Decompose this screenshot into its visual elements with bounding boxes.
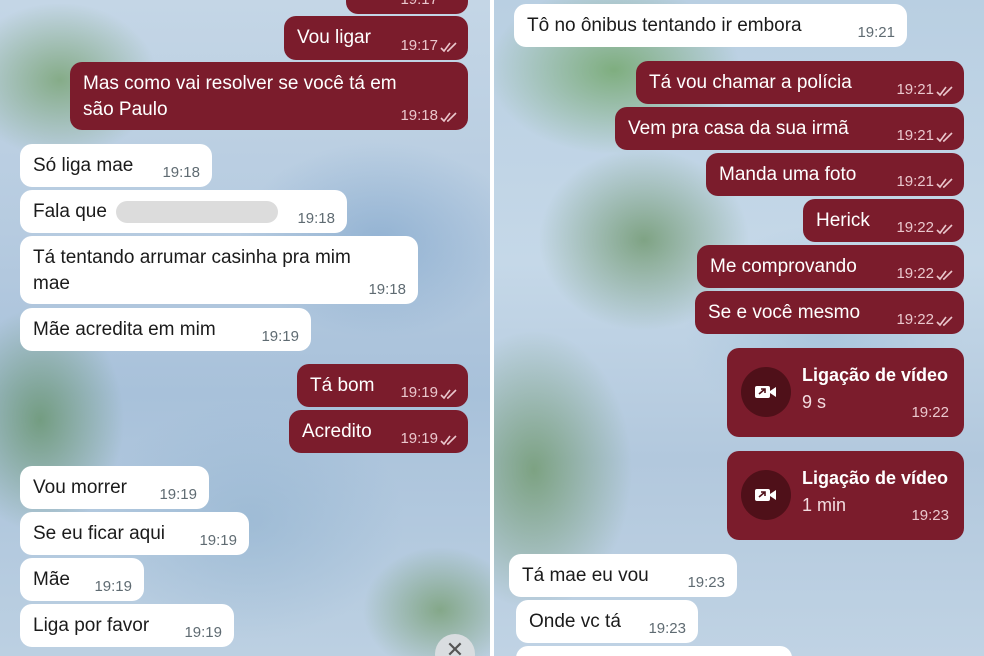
- message-outgoing[interactable]: Se e você mesmo 19:22: [695, 291, 964, 334]
- message-incoming[interactable]: Tá tentando arrumar casinha pra mim mae …: [20, 236, 418, 304]
- message-incoming[interactable]: Liga por favor 19:19: [20, 604, 234, 647]
- message-outgoing[interactable]: Tá bom 19:19: [297, 364, 468, 407]
- message-time: 19:18: [297, 210, 335, 227]
- message-incoming[interactable]: Só liga mae 19:18: [20, 144, 212, 187]
- video-camera-icon: [755, 489, 776, 501]
- message-incoming[interactable]: Mãe acredita em mim 19:19: [20, 308, 311, 351]
- close-icon: ✕: [445, 637, 465, 656]
- message-incoming[interactable]: Fala que 19:18: [20, 190, 347, 233]
- video-call-card[interactable]: Ligação de vídeo 9 s 19:22: [727, 348, 964, 437]
- message-time: 19:21: [896, 127, 934, 144]
- message-text: Fala que: [33, 201, 107, 222]
- message-text: Mãe: [33, 569, 70, 590]
- message-incoming[interactable]: Mãe 19:19: [20, 558, 144, 601]
- message-text: Vou morrer: [33, 477, 127, 498]
- call-duration: 9 s: [802, 392, 827, 412]
- message-text-line: Tá tentando arrumar casinha pra mim: [33, 247, 351, 268]
- message-time: 19:22: [896, 311, 934, 328]
- message-text: Herick: [816, 210, 870, 231]
- message-text-line: Mas como vai resolver se você tá em: [83, 73, 397, 94]
- message-text: Tô no ônibus tentando ir embora: [527, 15, 802, 36]
- message-time: 19:19: [400, 430, 438, 447]
- message-text: Vem pra casa da sua irmã: [628, 118, 849, 139]
- double-check-icon: [440, 389, 457, 400]
- message-time: 19:22: [896, 219, 934, 236]
- message-time: 19:22: [896, 265, 934, 282]
- message-time: 19:23: [648, 620, 686, 637]
- message-outgoing[interactable]: Vem pra casa da sua irmã 19:21: [615, 107, 964, 150]
- message-time: 19:19: [159, 486, 197, 503]
- message-text-line: mae: [33, 273, 70, 294]
- message-text: Me comprovando: [710, 256, 857, 277]
- message-incoming[interactable]: Onde vc tá 19:23: [516, 600, 698, 643]
- call-time: 19:23: [911, 507, 949, 524]
- message-text: Vou ligar: [297, 27, 371, 48]
- message-text: Só liga mae: [33, 155, 134, 176]
- message-time: 19:19: [400, 384, 438, 401]
- chat-screenshot-right: Tô no ônibus tentando ir embora 19:21 Tá…: [494, 0, 984, 656]
- call-duration: 1 min: [802, 495, 847, 515]
- message-outgoing[interactable]: Mas como vai resolver se você tá em são …: [70, 62, 468, 130]
- video-camera-icon: [755, 386, 776, 398]
- double-check-icon: [440, 42, 457, 53]
- message-incoming: [516, 646, 792, 656]
- close-button[interactable]: ✕: [435, 634, 475, 656]
- video-call-icon: [741, 470, 791, 520]
- message-incoming[interactable]: Tá mae eu vou 19:23: [509, 554, 737, 597]
- message-time: 19:19: [94, 578, 132, 595]
- message-text: Tá bom: [310, 375, 375, 396]
- message-time: 19:21: [857, 24, 895, 41]
- message-text: Tá vou chamar a polícia: [649, 72, 852, 93]
- double-check-icon: [936, 270, 953, 281]
- message-time: 19:17: [400, 37, 438, 54]
- double-check-icon: [440, 435, 457, 446]
- message-time: 19:19: [199, 532, 237, 549]
- double-check-icon: [440, 112, 457, 123]
- message-outgoing[interactable]: Tá vou chamar a polícia 19:21: [636, 61, 964, 104]
- double-check-icon: [936, 178, 953, 189]
- message-text: Liga por favor: [33, 615, 150, 636]
- message-time: 19:19: [261, 328, 299, 345]
- video-call-card[interactable]: Ligação de vídeo 1 min 19:23: [727, 451, 964, 540]
- double-check-icon: [936, 132, 953, 143]
- message-time: 19:18: [368, 281, 406, 298]
- message-text: Tá mae eu vou: [522, 565, 649, 586]
- redacted-blur: [116, 200, 279, 223]
- message-time: 19:21: [896, 173, 934, 190]
- call-time: 19:22: [911, 404, 949, 421]
- message-text: Onde vc tá: [529, 611, 621, 632]
- message-time: 19:23: [687, 574, 725, 591]
- message-text: Se eu ficar aqui: [33, 523, 166, 544]
- message-incoming[interactable]: Se eu ficar aqui 19:19: [20, 512, 249, 555]
- message-time: 19:21: [896, 81, 934, 98]
- message-time: 19:19: [184, 624, 222, 641]
- call-title: Ligação de vídeo: [802, 468, 949, 488]
- message-outgoing[interactable]: Herick 19:22: [803, 199, 964, 242]
- message-text: Mãe acredita em mim: [33, 319, 216, 340]
- double-check-icon: [936, 316, 953, 327]
- video-call-icon: [741, 367, 791, 417]
- message-outgoing[interactable]: Vou ligar 19:17: [284, 16, 468, 60]
- message-outgoing[interactable]: 19:17: [346, 0, 468, 14]
- call-title: Ligação de vídeo: [802, 365, 949, 385]
- message-text: Acredito: [302, 421, 372, 442]
- message-time: 19:17: [400, 0, 438, 9]
- message-incoming[interactable]: Tô no ônibus tentando ir embora 19:21: [514, 4, 907, 47]
- message-time: 19:18: [162, 164, 200, 181]
- message-time: 19:18: [400, 107, 438, 124]
- double-check-icon: [936, 224, 953, 235]
- message-outgoing[interactable]: Me comprovando 19:22: [697, 245, 964, 288]
- message-incoming[interactable]: Vou morrer 19:19: [20, 466, 209, 509]
- double-check-icon: [936, 86, 953, 97]
- message-outgoing[interactable]: Acredito 19:19: [289, 410, 468, 453]
- message-text: Manda uma foto: [719, 164, 857, 185]
- message-text: Se e você mesmo: [708, 302, 861, 323]
- chat-screenshot-left: 19:17 Vou ligar 19:17 Mas como vai resol…: [0, 0, 490, 656]
- message-outgoing[interactable]: Manda uma foto 19:21: [706, 153, 964, 196]
